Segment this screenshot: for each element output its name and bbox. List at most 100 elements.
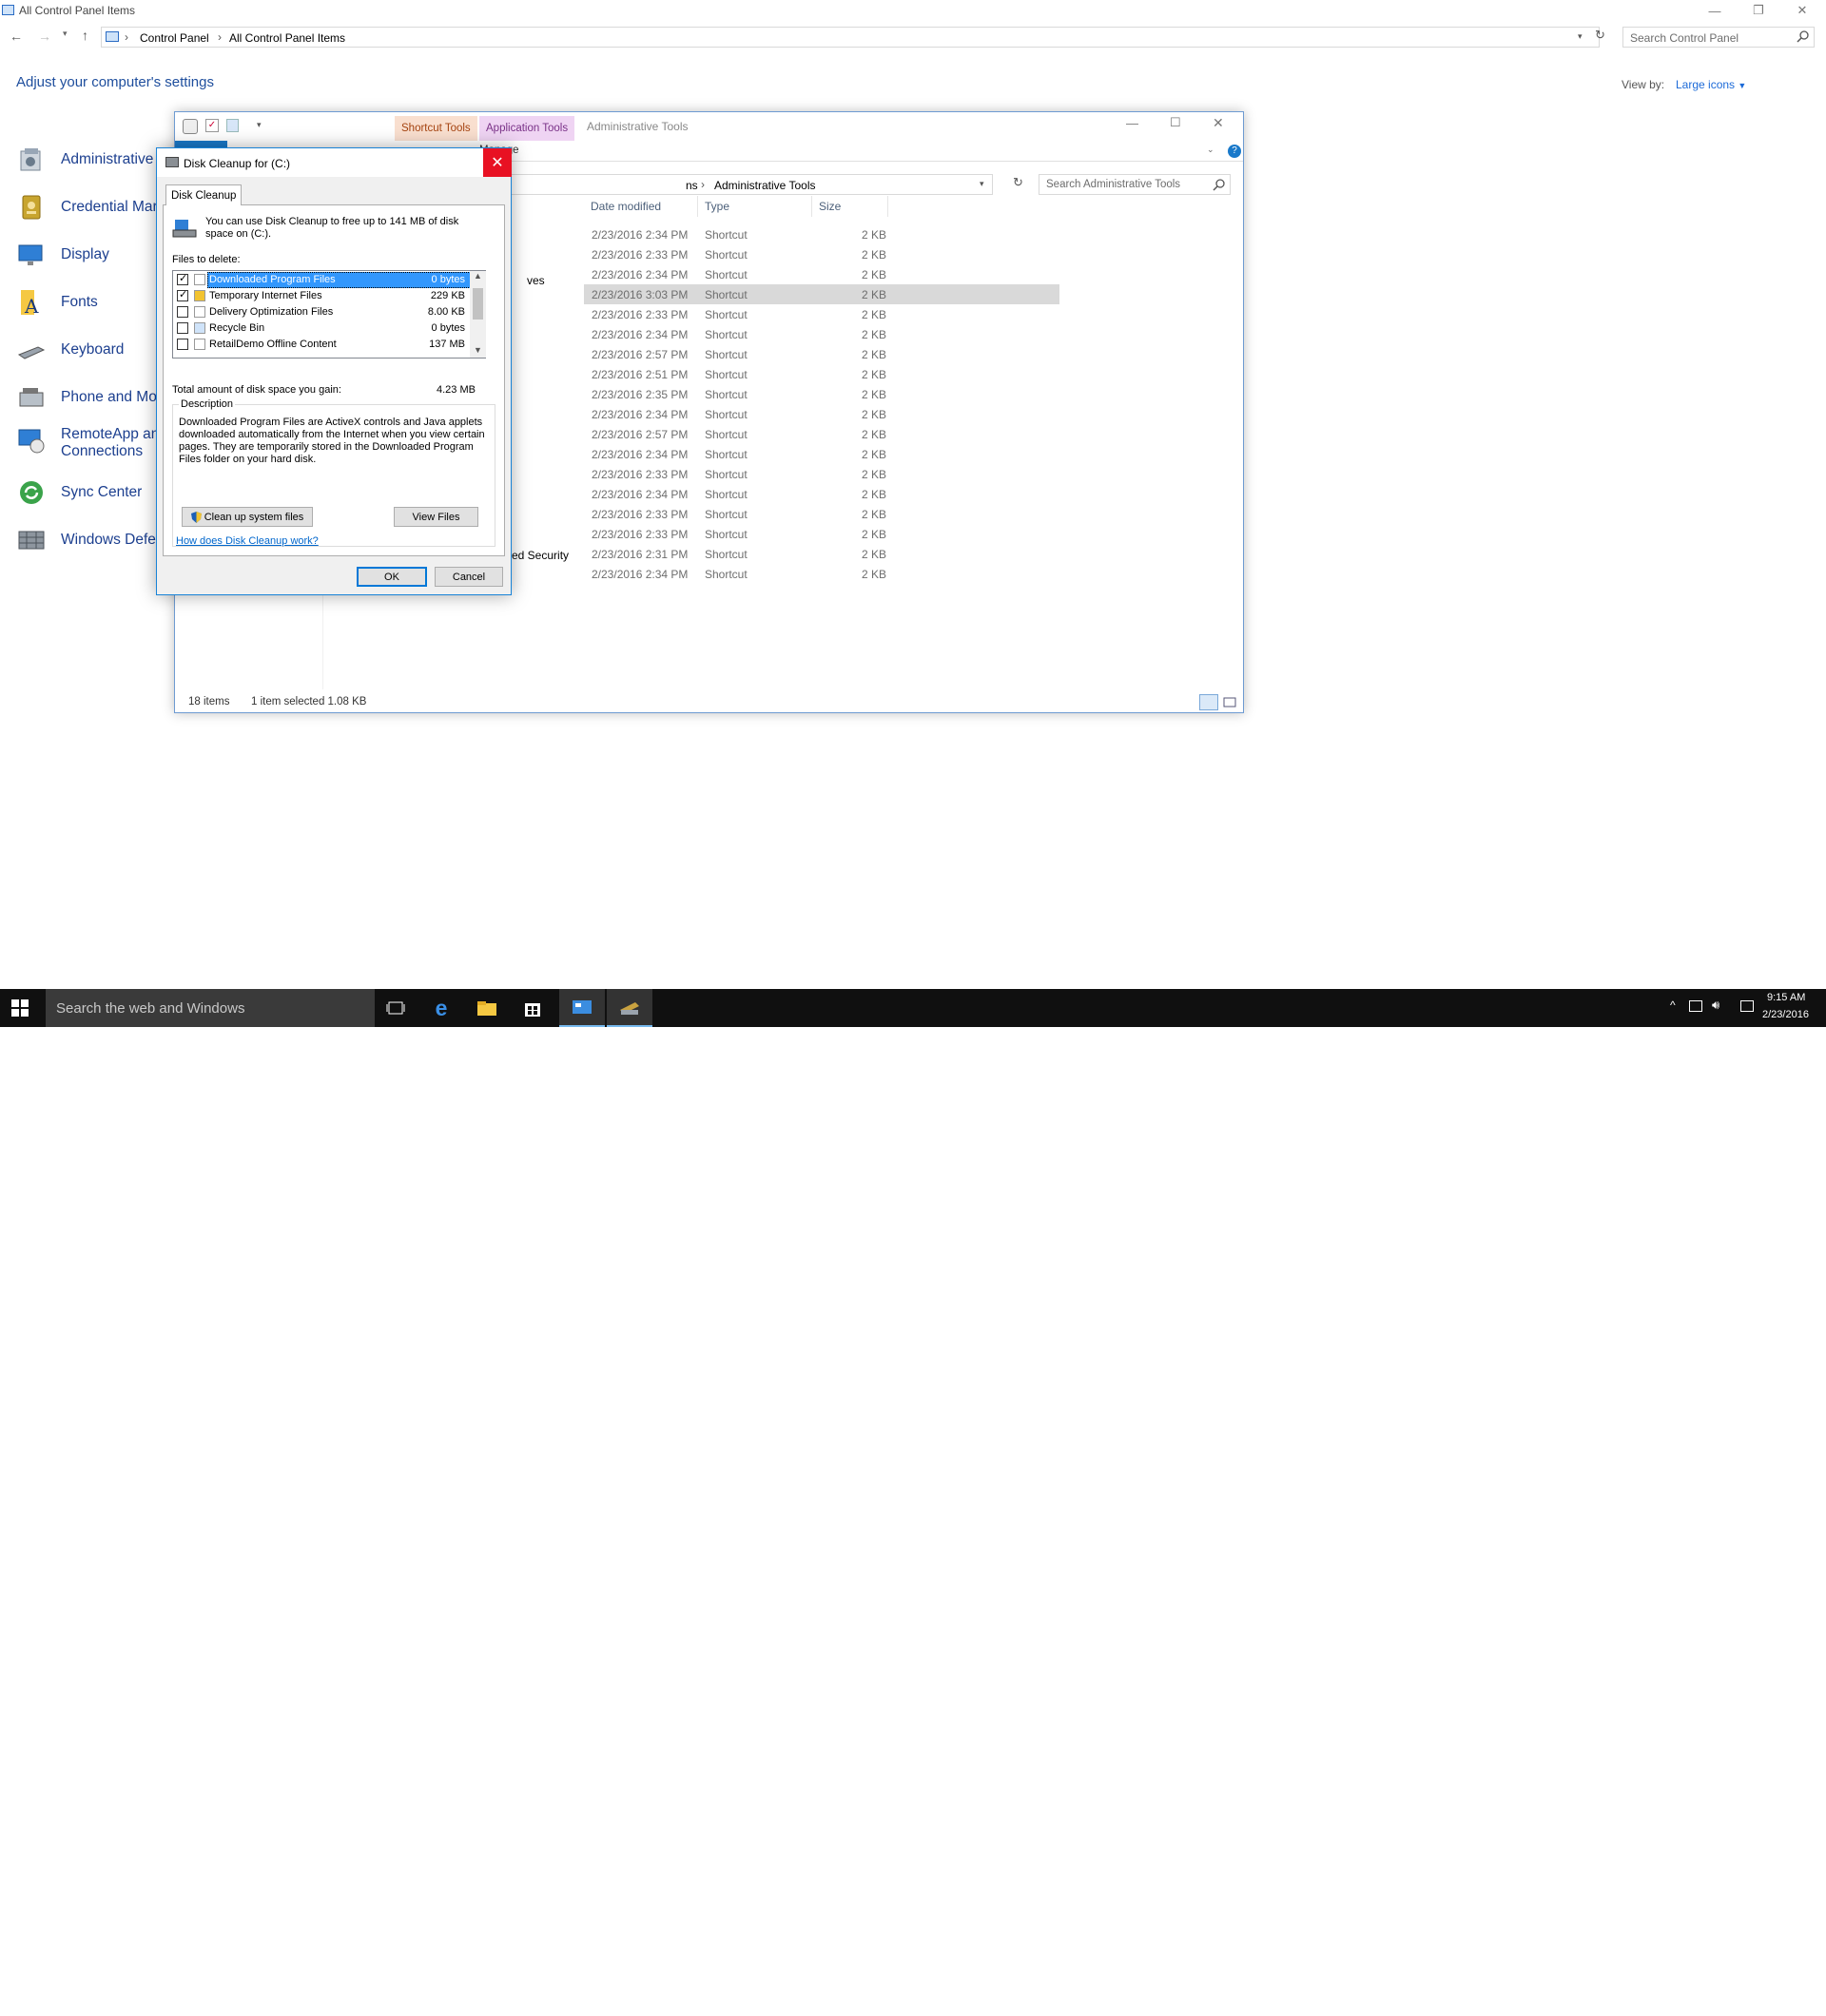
properties-icon[interactable]: ✓	[205, 119, 219, 132]
address-dropdown-icon[interactable]: ▾	[980, 179, 984, 189]
view-by-dropdown[interactable]: Large icons ▼	[1676, 78, 1746, 91]
recent-locations-icon[interactable]: ▾	[63, 29, 68, 39]
breadcrumb-control-panel[interactable]: Control Panel	[140, 31, 209, 45]
file-category-checkbox[interactable]	[177, 339, 188, 350]
table-row[interactable]: 2/23/2016 2:57 PM Shortcut 2 KB	[584, 424, 1059, 444]
customize-toolbar-icon[interactable]: ▾	[257, 120, 262, 130]
ok-button[interactable]: OK	[357, 567, 427, 587]
file-category-item[interactable]: Delivery Optimization Files 8.00 KB	[173, 304, 471, 320]
column-date-modified[interactable]: Date modified	[584, 196, 698, 217]
new-folder-icon[interactable]	[226, 119, 239, 132]
files-list-scrollbar[interactable]: ▲ ▼	[470, 271, 486, 358]
cp-item-fonts[interactable]: A Fonts	[17, 286, 160, 319]
cp-item-windows-defender[interactable]: Windows Defe	[17, 524, 160, 556]
action-center-icon[interactable]	[1740, 1000, 1754, 1012]
show-hidden-icons-icon[interactable]: ^	[1670, 998, 1676, 1012]
file-category-checkbox[interactable]	[177, 306, 188, 318]
scroll-up-icon[interactable]: ▲	[474, 271, 482, 281]
column-type[interactable]: Type	[698, 196, 812, 217]
cell-type: Shortcut	[705, 248, 748, 262]
file-category-checkbox[interactable]	[177, 272, 188, 285]
taskbar-search-box[interactable]: Search the web and Windows	[46, 989, 375, 1027]
cp-item-sync-center[interactable]: Sync Center	[17, 476, 160, 509]
cp-item-administrative-tools[interactable]: Administrative	[17, 144, 160, 176]
close-button[interactable]: ✕	[1780, 0, 1824, 21]
cp-item-display[interactable]: Display	[17, 239, 160, 271]
control-panel-taskbar-icon[interactable]	[559, 989, 605, 1027]
clock-date[interactable]: 2/23/2016	[1762, 1009, 1809, 1020]
table-row[interactable]: 2/23/2016 2:34 PM Shortcut 2 KB	[584, 404, 1059, 424]
table-row[interactable]: 2/23/2016 2:33 PM Shortcut 2 KB	[584, 244, 1059, 264]
store-icon[interactable]	[510, 989, 555, 1027]
table-row[interactable]: 2/23/2016 3:03 PM Shortcut 2 KB	[584, 284, 1059, 304]
refresh-icon[interactable]: ↻	[1013, 175, 1023, 190]
disk-cleanup-taskbar-icon[interactable]	[607, 989, 652, 1027]
table-row[interactable]: 2/23/2016 2:34 PM Shortcut 2 KB	[584, 484, 1059, 504]
details-view-icon[interactable]	[1199, 694, 1218, 710]
file-category-size: 8.00 KB	[427, 306, 465, 318]
maximize-button[interactable]: ☐	[1170, 115, 1181, 130]
tab-shortcut-tools[interactable]: Shortcut Tools	[395, 116, 477, 141]
address-input[interactable]: › Control Panel › All Control Panel Item…	[101, 27, 1600, 48]
table-row[interactable]: 2/23/2016 2:57 PM Shortcut 2 KB	[584, 344, 1059, 364]
breadcrumb-administrative-tools[interactable]: Administrative Tools	[714, 179, 816, 192]
edge-browser-icon[interactable]: e	[418, 989, 464, 1027]
up-arrow-icon[interactable]: ↑	[82, 28, 88, 43]
help-link[interactable]: How does Disk Cleanup work?	[176, 535, 319, 547]
column-size[interactable]: Size	[812, 196, 888, 217]
file-category-checkbox[interactable]	[177, 322, 188, 334]
view-files-button[interactable]: View Files	[394, 507, 478, 527]
cp-item-keyboard[interactable]: Keyboard	[17, 334, 160, 366]
table-row[interactable]: 2/23/2016 2:34 PM Shortcut 2 KB	[584, 444, 1059, 464]
file-category-item[interactable]: Recycle Bin 0 bytes	[173, 320, 471, 337]
help-icon[interactable]: ?	[1228, 145, 1241, 158]
table-row[interactable]: 2/23/2016 2:33 PM Shortcut 2 KB	[584, 504, 1059, 524]
windows-start-icon[interactable]	[11, 999, 29, 1017]
table-row[interactable]: 2/23/2016 2:33 PM Shortcut 2 KB	[584, 464, 1059, 484]
task-view-icon[interactable]	[373, 989, 418, 1027]
close-button[interactable]: ✕	[483, 148, 512, 177]
clock-time[interactable]: 9:15 AM	[1767, 992, 1805, 1003]
table-row[interactable]: 2/23/2016 2:35 PM Shortcut 2 KB	[584, 384, 1059, 404]
tab-application-tools[interactable]: Application Tools	[479, 116, 575, 141]
back-arrow-icon[interactable]: ←	[10, 29, 23, 44]
cp-item-phone-modem[interactable]: Phone and Mo	[17, 381, 160, 414]
file-category-checkbox[interactable]	[177, 288, 188, 301]
forward-arrow-icon[interactable]: →	[38, 29, 51, 44]
search-admin-tools-input[interactable]: Search Administrative Tools	[1039, 174, 1231, 195]
search-control-panel-input[interactable]: Search Control Panel	[1622, 27, 1815, 48]
cancel-button[interactable]: Cancel	[435, 567, 503, 587]
table-row[interactable]: 2/23/2016 2:33 PM Shortcut 2 KB	[584, 524, 1059, 544]
file-category-item[interactable]: Downloaded Program Files 0 bytes	[173, 272, 471, 288]
table-row[interactable]: 2/23/2016 2:34 PM Shortcut 2 KB	[584, 324, 1059, 344]
file-category-item[interactable]: RetailDemo Offline Content 137 MB	[173, 337, 471, 353]
table-row[interactable]: 2/23/2016 2:34 PM Shortcut 2 KB	[584, 224, 1059, 244]
expand-ribbon-icon[interactable]: ⌄	[1207, 145, 1214, 155]
restore-button[interactable]: ❐	[1737, 0, 1780, 21]
address-dropdown-icon[interactable]: ▾	[1578, 31, 1583, 42]
minimize-button[interactable]: —	[1693, 0, 1737, 21]
scroll-down-icon[interactable]: ▼	[474, 345, 482, 355]
breadcrumb-all-items[interactable]: All Control Panel Items	[229, 31, 345, 45]
close-button[interactable]: ✕	[1213, 115, 1224, 131]
scroll-thumb[interactable]	[473, 288, 483, 320]
file-category-item[interactable]: Temporary Internet Files 229 KB	[173, 288, 471, 304]
files-to-delete-list[interactable]: Downloaded Program Files 0 bytes Temporary…	[172, 270, 486, 359]
table-row[interactable]: 2/23/2016 2:51 PM Shortcut 2 KB	[584, 364, 1059, 384]
admin-tools-address-input[interactable]: ns › Administrative Tools ▾	[498, 174, 993, 195]
settings-gear-icon[interactable]	[183, 119, 198, 134]
file-explorer-icon[interactable]	[464, 989, 510, 1027]
table-row[interactable]: 2/23/2016 2:31 PM Shortcut 2 KB	[584, 544, 1059, 564]
table-row[interactable]: 2/23/2016 2:34 PM Shortcut 2 KB	[584, 564, 1059, 584]
cp-item-credential-manager[interactable]: Credential Mar	[17, 191, 160, 223]
table-row[interactable]: 2/23/2016 2:33 PM Shortcut 2 KB	[584, 304, 1059, 324]
table-row[interactable]: 2/23/2016 2:34 PM Shortcut 2 KB	[584, 264, 1059, 284]
minimize-button[interactable]: —	[1126, 116, 1138, 130]
tab-disk-cleanup[interactable]: Disk Cleanup	[165, 184, 243, 205]
network-icon[interactable]	[1689, 1000, 1702, 1012]
large-icons-view-icon[interactable]	[1221, 694, 1238, 710]
clean-up-system-files-button[interactable]: Clean up system files	[182, 507, 313, 527]
volume-icon[interactable]: 🔊︎	[1712, 998, 1719, 1013]
refresh-icon[interactable]: ↻	[1595, 28, 1605, 43]
cp-item-remoteapp[interactable]: RemoteApp an Connections	[17, 426, 160, 466]
